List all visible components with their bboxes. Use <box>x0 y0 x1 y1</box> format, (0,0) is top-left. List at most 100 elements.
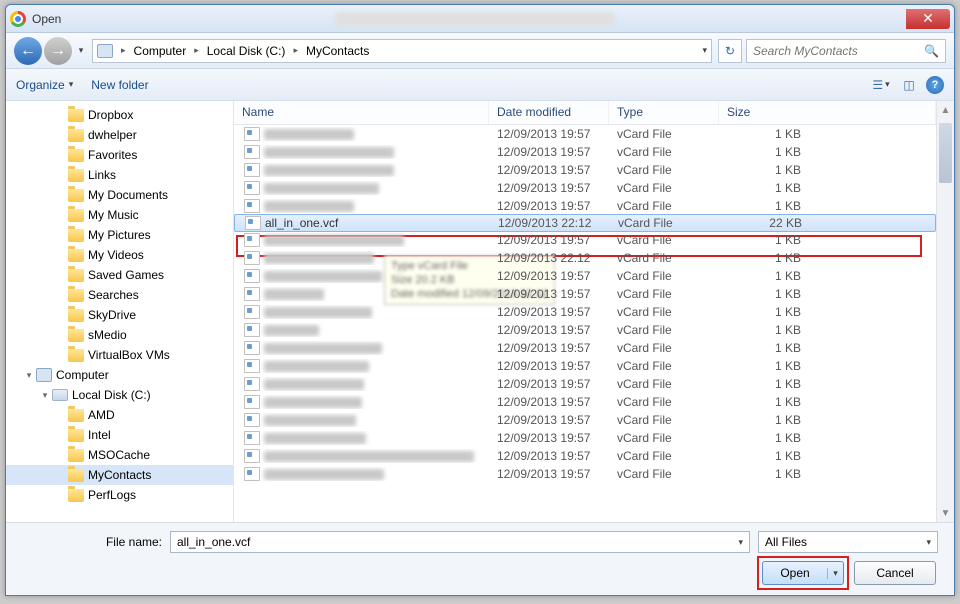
tree-item[interactable]: sMedio <box>6 325 233 345</box>
blurred-filename <box>264 201 354 212</box>
file-row[interactable]: 12/09/2013 19:57vCard File1 KB <box>234 125 936 143</box>
window-close-button[interactable]: ✕ <box>906 9 950 29</box>
tree-item[interactable]: VirtualBox VMs <box>6 345 233 365</box>
col-type[interactable]: Type <box>609 101 719 124</box>
chevron-down-icon[interactable]: ▾ <box>738 537 743 548</box>
expand-arrow[interactable]: ▾ <box>38 390 52 401</box>
tree-item[interactable]: ▾Computer <box>6 365 233 385</box>
tree-item[interactable]: Searches <box>6 285 233 305</box>
main-pane: DropboxdwhelperFavoritesLinksMy Document… <box>6 101 954 522</box>
blurred-filename <box>264 183 379 194</box>
file-row[interactable]: 12/09/2013 19:57vCard File1 KB <box>234 465 936 483</box>
file-row[interactable]: all_in_one.vcf12/09/2013 22:12vCard File… <box>234 214 936 232</box>
col-size[interactable]: Size <box>719 101 936 124</box>
file-row[interactable]: 12/09/2013 19:57vCard File1 KB <box>234 179 936 197</box>
breadcrumb-bar[interactable]: ▸ Computer ▸ Local Disk (C:) ▸ MyContact… <box>92 39 712 63</box>
tree-label: AMD <box>88 408 115 422</box>
vertical-scrollbar[interactable]: ▲ ▼ <box>936 101 954 522</box>
file-type: vCard File <box>609 305 719 319</box>
file-row[interactable]: 12/09/2013 22:12vCard File1 KB <box>234 249 936 267</box>
file-row[interactable]: 12/09/2013 19:57vCard File1 KB <box>234 321 936 339</box>
tree-item[interactable]: ▾Local Disk (C:) <box>6 385 233 405</box>
file-date: 12/09/2013 19:57 <box>489 127 609 141</box>
col-name[interactable]: Name <box>234 101 489 124</box>
cancel-button[interactable]: Cancel <box>854 561 936 585</box>
tree-item[interactable]: Dropbox <box>6 105 233 125</box>
file-row[interactable]: 12/09/2013 19:57vCard File1 KB <box>234 285 936 303</box>
file-list[interactable]: Type vCard FileSize 20.2 KBDate modified… <box>234 125 936 522</box>
expand-arrow[interactable]: ▾ <box>22 370 36 381</box>
tree-item[interactable]: Saved Games <box>6 265 233 285</box>
file-row[interactable]: 12/09/2013 19:57vCard File1 KB <box>234 393 936 411</box>
vcard-icon <box>244 199 260 213</box>
organize-menu[interactable]: Organize ▾ <box>16 78 73 92</box>
search-input[interactable] <box>753 44 924 58</box>
scroll-up-button[interactable]: ▲ <box>937 101 954 119</box>
scroll-thumb[interactable] <box>939 123 952 183</box>
toolbar: Organize ▾ New folder ☰ ▾ ◫ ? <box>6 69 954 101</box>
tree-item[interactable]: PerfLogs <box>6 485 233 505</box>
tree-item[interactable]: My Documents <box>6 185 233 205</box>
file-row[interactable]: 12/09/2013 19:57vCard File1 KB <box>234 375 936 393</box>
file-date: 12/09/2013 22:12 <box>490 216 610 230</box>
tree-item[interactable]: AMD <box>6 405 233 425</box>
tree-item[interactable]: MyContacts <box>6 465 233 485</box>
file-row[interactable]: 12/09/2013 19:57vCard File1 KB <box>234 429 936 447</box>
file-row[interactable]: 12/09/2013 19:57vCard File1 KB <box>234 447 936 465</box>
titlebar: Open ✕ <box>6 5 954 33</box>
file-row[interactable]: 12/09/2013 19:57vCard File1 KB <box>234 339 936 357</box>
view-menu-icon[interactable]: ☰ ▾ <box>870 75 892 95</box>
preview-pane-icon[interactable]: ◫ <box>898 75 920 95</box>
file-row[interactable]: 12/09/2013 19:57vCard File1 KB <box>234 197 936 215</box>
breadcrumb-dropdown[interactable]: ▾ <box>702 45 707 56</box>
chevron-down-icon[interactable]: ▾ <box>926 537 931 548</box>
search-box[interactable]: 🔍 <box>746 39 946 63</box>
file-type: vCard File <box>610 216 720 230</box>
scroll-down-button[interactable]: ▼ <box>937 504 954 522</box>
file-row[interactable]: 12/09/2013 19:57vCard File1 KB <box>234 357 936 375</box>
file-row[interactable]: 12/09/2013 19:57vCard File1 KB <box>234 231 936 249</box>
filename-combobox[interactable]: all_in_one.vcf ▾ <box>170 531 750 553</box>
blurred-filename <box>264 469 384 480</box>
open-dropdown[interactable]: ▾ <box>827 568 843 579</box>
breadcrumb-item[interactable]: Local Disk (C:) <box>203 42 290 60</box>
blurred-filename <box>264 271 382 282</box>
col-date[interactable]: Date modified <box>489 101 609 124</box>
file-date: 12/09/2013 19:57 <box>489 163 609 177</box>
vcard-icon <box>244 323 260 337</box>
column-headers[interactable]: Name Date modified Type Size <box>234 101 936 125</box>
tree-item[interactable]: My Videos <box>6 245 233 265</box>
tree-item[interactable]: Intel <box>6 425 233 445</box>
open-button[interactable]: Open ▾ <box>762 561 844 585</box>
chrome-icon <box>10 11 26 27</box>
navigation-tree[interactable]: DropboxdwhelperFavoritesLinksMy Document… <box>6 101 234 522</box>
breadcrumb-item[interactable]: MyContacts <box>302 42 373 60</box>
tree-item[interactable]: My Music <box>6 205 233 225</box>
new-folder-button[interactable]: New folder <box>91 78 148 92</box>
folder-icon <box>68 249 84 262</box>
nav-forward-button[interactable]: → <box>44 37 72 65</box>
file-row[interactable]: 12/09/2013 19:57vCard File1 KB <box>234 411 936 429</box>
vcard-icon <box>244 341 260 355</box>
nav-back-button[interactable]: ← <box>14 37 42 65</box>
tree-label: sMedio <box>88 328 127 342</box>
file-row[interactable]: 12/09/2013 19:57vCard File1 KB <box>234 267 936 285</box>
refresh-button[interactable]: ↻ <box>718 39 742 63</box>
nav-history-dropdown[interactable]: ▾ <box>74 37 88 65</box>
vcard-icon <box>244 233 260 247</box>
tree-item[interactable]: Favorites <box>6 145 233 165</box>
tree-item[interactable]: MSOCache <box>6 445 233 465</box>
file-row[interactable]: 12/09/2013 19:57vCard File1 KB <box>234 303 936 321</box>
tree-item[interactable]: My Pictures <box>6 225 233 245</box>
breadcrumb-item[interactable]: Computer <box>130 42 191 60</box>
file-row[interactable]: 12/09/2013 19:57vCard File1 KB <box>234 161 936 179</box>
blurred-filename <box>264 433 366 444</box>
tree-item[interactable]: SkyDrive <box>6 305 233 325</box>
vcard-icon <box>244 269 260 283</box>
help-icon[interactable]: ? <box>926 76 944 94</box>
tree-item[interactable]: Links <box>6 165 233 185</box>
tree-item[interactable]: dwhelper <box>6 125 233 145</box>
file-pane: Name Date modified Type Size Type vCard … <box>234 101 954 522</box>
file-row[interactable]: 12/09/2013 19:57vCard File1 KB <box>234 143 936 161</box>
file-filter-dropdown[interactable]: All Files ▾ <box>758 531 938 553</box>
